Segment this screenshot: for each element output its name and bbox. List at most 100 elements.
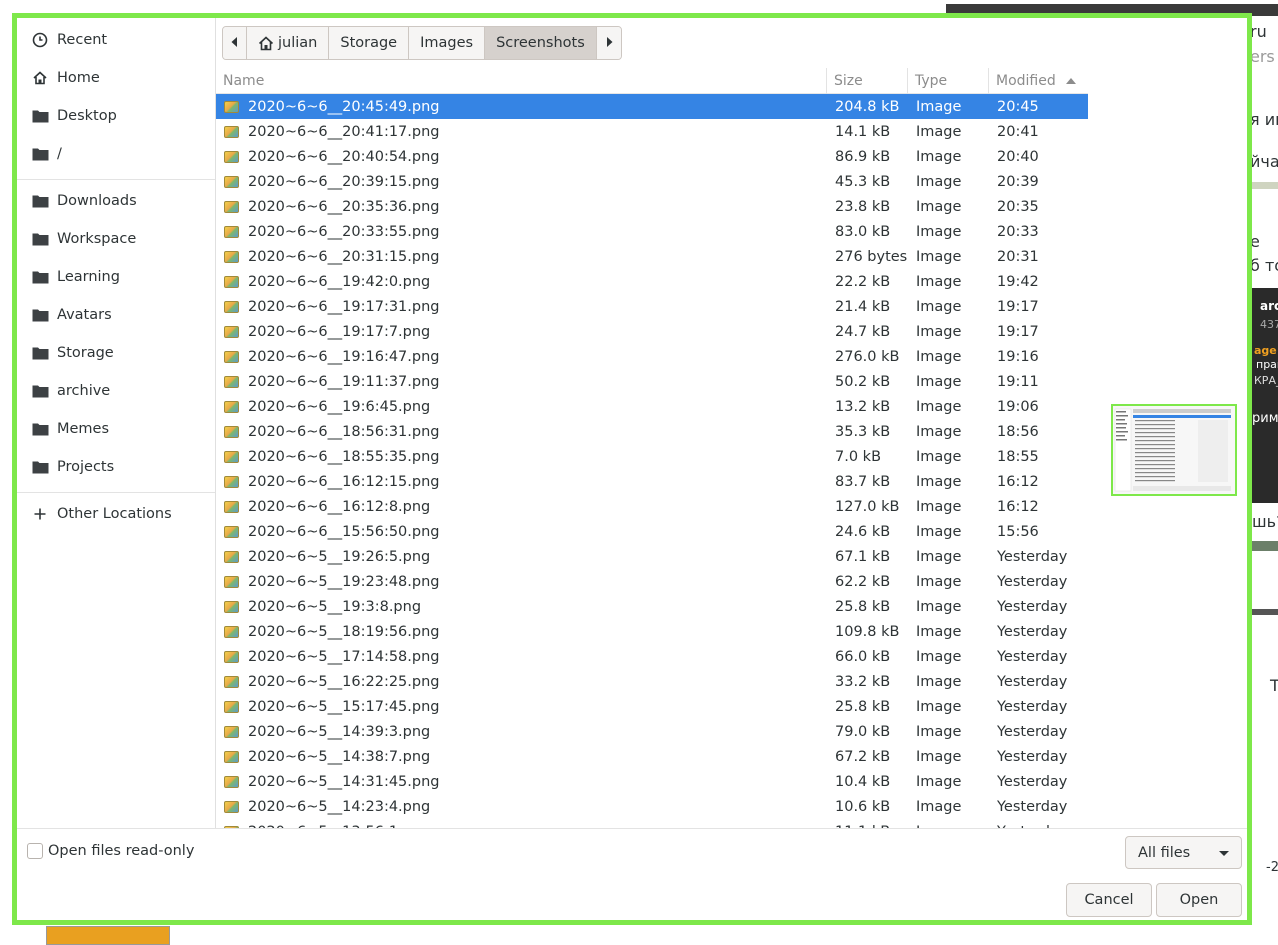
file-row[interactable]: 2020~6~6__18:55:35.png 7.0 kB Image 18:55 <box>216 444 1088 469</box>
file-row[interactable]: 2020~6~6__20:45:49.png 204.8 kB Image 20:45 <box>216 94 1088 119</box>
sidebar-item-label: Desktop <box>57 108 117 124</box>
cancel-button[interactable]: Cancel <box>1066 883 1152 917</box>
file-row[interactable]: 2020~6~6__20:31:15.png 276 bytes Image 20:3… <box>216 244 1088 269</box>
file-row[interactable]: 2020~6~6__19:16:47.png 276.0 kB Image 19:16 <box>216 344 1088 369</box>
path-segment-storage[interactable]: Storage <box>329 27 410 59</box>
read-only-checkbox[interactable] <box>27 843 43 859</box>
sidebar-item-label: Home <box>57 70 100 86</box>
file-row[interactable]: 2020~6~6__20:35:36.png 23.8 kB Image 20:35 <box>216 194 1088 219</box>
path-back-button[interactable] <box>223 27 247 59</box>
file-modified: 16:12 <box>997 473 1039 490</box>
file-name-cell: 2020~6~6__16:12:15.png <box>216 469 827 494</box>
file-row[interactable]: 2020~6~6__20:39:15.png 45.3 kB Image 20:39 <box>216 169 1088 194</box>
sidebar-item-label: Avatars <box>57 307 112 323</box>
column-header-name[interactable]: Name <box>216 68 827 94</box>
file-name: 2020~6~5__19:23:48.png <box>248 573 440 590</box>
file-row[interactable]: 2020~6~6__18:56:31.png 35.3 kB Image 18:56 <box>216 419 1088 444</box>
image-file-icon <box>224 550 239 563</box>
file-row[interactable]: 2020~6~5__19:26:5.png 67.1 kB Image Yesterd… <box>216 544 1088 569</box>
sidebar-item-other-locations[interactable]: Other Locations <box>17 495 215 533</box>
sidebar-item-storage[interactable]: Storage <box>17 334 215 372</box>
file-modified: 16:12 <box>997 498 1039 515</box>
file-name-cell: 2020~6~6__15:56:50.png <box>216 519 827 544</box>
read-only-option[interactable]: Open files read-only <box>27 843 194 859</box>
sidebar-item-desktop[interactable]: Desktop <box>17 97 215 135</box>
folder-icon <box>31 420 49 438</box>
path-segment-label: julian <box>278 35 318 51</box>
sidebar-item-avatars[interactable]: Avatars <box>17 296 215 334</box>
file-type: Image <box>916 198 962 215</box>
background-text: age <box>1254 344 1277 357</box>
image-file-icon <box>224 225 239 238</box>
file-row[interactable]: 2020~6~5__17:14:58.png 66.0 kB Image Yester… <box>216 644 1088 669</box>
path-bar: julian Storage Images Screenshots <box>222 26 622 60</box>
file-row[interactable]: 2020~6~5__14:23:4.png 10.6 kB Image Yesterd… <box>216 794 1088 819</box>
file-size: 33.2 kB <box>835 673 891 690</box>
file-name-cell: 2020~6~6__20:40:54.png <box>216 144 827 169</box>
file-name: 2020~6~6__20:33:55.png <box>248 223 440 240</box>
path-forward-button[interactable] <box>596 27 621 59</box>
image-file-icon <box>224 475 239 488</box>
home-icon <box>258 35 274 51</box>
file-row[interactable]: 2020~6~5__16:22:25.png 33.2 kB Image Yester… <box>216 669 1088 694</box>
file-row[interactable]: 2020~6~5__19:23:48.png 62.2 kB Image Yester… <box>216 569 1088 594</box>
file-row[interactable]: 2020~6~5__14:31:45.png 10.4 kB Image Yester… <box>216 769 1088 794</box>
file-row[interactable]: 2020~6~6__16:12:8.png 127.0 kB Image 16:12 <box>216 494 1088 519</box>
path-segment-screenshots[interactable]: Screenshots <box>485 27 597 59</box>
file-row[interactable]: 2020~6~5__14:38:7.png 67.2 kB Image Yesterd… <box>216 744 1088 769</box>
read-only-label: Open files read-only <box>48 843 195 859</box>
folder-icon <box>31 107 49 125</box>
sidebar-item-learning[interactable]: Learning <box>17 258 215 296</box>
file-row[interactable]: 2020~6~5__13:56:1.png11.1 kBImageYesterd… <box>216 819 1088 828</box>
path-segment-julian[interactable]: julian <box>247 27 330 59</box>
file-name: 2020~6~5__17:14:58.png <box>248 648 440 665</box>
column-header-type[interactable]: Type <box>908 68 989 94</box>
file-row[interactable]: 2020~6~6__20:33:55.png 83.0 kB Image 20:33 <box>216 219 1088 244</box>
file-name-cell: 2020~6~5__14:38:7.png <box>216 744 827 769</box>
sidebar-item-root[interactable]: / <box>17 135 215 173</box>
file-size: 50.2 kB <box>835 373 891 390</box>
open-button[interactable]: Open <box>1156 883 1242 917</box>
file-filter-dropdown[interactable]: All files <box>1125 836 1242 869</box>
file-row[interactable]: 2020~6~5__15:17:45.png 25.8 kB Image Yester… <box>216 694 1088 719</box>
file-list[interactable]: Name Size Type Modified 2020~6~6__20:45:… <box>216 68 1088 828</box>
file-type: Image <box>916 123 962 140</box>
file-row[interactable]: 2020~6~6__19:42:0.png 22.2 kB Image 19:42 <box>216 269 1088 294</box>
file-modified: Yesterday <box>997 548 1068 565</box>
image-file-icon <box>224 375 239 388</box>
column-header-modified[interactable]: Modified <box>989 68 1088 94</box>
file-modified: 15:56 <box>997 523 1039 540</box>
file-row[interactable]: 2020~6~6__19:11:37.png 50.2 kB Image 19:11 <box>216 369 1088 394</box>
sidebar-item-archive[interactable]: archive <box>17 372 215 410</box>
column-header-size[interactable]: Size <box>827 68 908 94</box>
sidebar-item-label: Other Locations <box>57 506 172 522</box>
sidebar-item-memes[interactable]: Memes <box>17 410 215 448</box>
sidebar-item-label: Storage <box>57 345 114 361</box>
file-name-cell: 2020~6~6__20:35:36.png <box>216 194 827 219</box>
file-type: Image <box>916 423 962 440</box>
file-row[interactable]: 2020~6~6__20:40:54.png 86.9 kB Image 20:40 <box>216 144 1088 169</box>
file-row[interactable]: 2020~6~6__20:41:17.png 14.1 kB Image 20:41 <box>216 119 1088 144</box>
file-row[interactable]: 2020~6~6__19:6:45.png 13.2 kB Image 19:06 <box>216 394 1088 419</box>
file-row[interactable]: 2020~6~5__14:39:3.png 79.0 kB Image Yesterd… <box>216 719 1088 744</box>
file-row[interactable]: 2020~6~6__15:56:50.png 24.6 kB Image 15:56 <box>216 519 1088 544</box>
file-row[interactable]: 2020~6~6__16:12:15.png 83.7 kB Image 16:12 <box>216 469 1088 494</box>
file-row[interactable]: 2020~6~5__18:19:56.png 109.8 kB Image Yeste… <box>216 619 1088 644</box>
image-file-icon <box>224 325 239 338</box>
sidebar-item-home[interactable]: Home <box>17 59 215 97</box>
file-row[interactable]: 2020~6~6__19:17:31.png 21.4 kB Image 19:17 <box>216 294 1088 319</box>
file-name-cell: 2020~6~6__19:16:47.png <box>216 344 827 369</box>
file-size: 24.7 kB <box>835 323 891 340</box>
file-size: 23.8 kB <box>835 198 891 215</box>
sidebar-item-projects[interactable]: Projects <box>17 448 215 486</box>
file-row[interactable]: 2020~6~6__19:17:7.png 24.7 kB Image 19:17 <box>216 319 1088 344</box>
file-name-cell: 2020~6~5__18:19:56.png <box>216 619 827 644</box>
sidebar-item-recent[interactable]: Recent <box>17 21 215 59</box>
sidebar-item-label: Memes <box>57 421 110 437</box>
sidebar-item-downloads[interactable]: Downloads <box>17 182 215 220</box>
file-row[interactable]: 2020~6~5__19:3:8.png 25.8 kB Image Yesterda… <box>216 594 1088 619</box>
sidebar-item-workspace[interactable]: Workspace <box>17 220 215 258</box>
folder-icon <box>31 268 49 286</box>
path-segment-images[interactable]: Images <box>409 27 486 59</box>
file-size: 204.8 kB <box>835 98 900 115</box>
